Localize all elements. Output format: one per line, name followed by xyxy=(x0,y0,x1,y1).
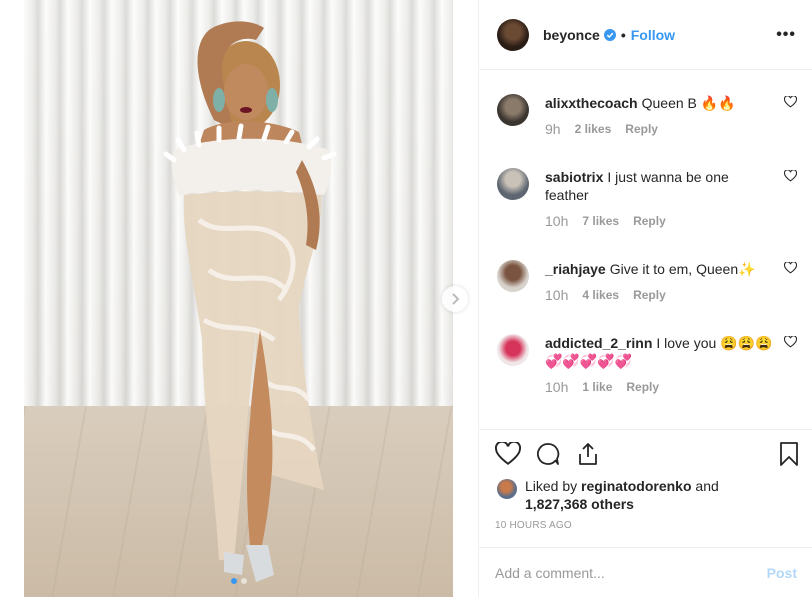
commenter-username[interactable]: alixxthecoach xyxy=(545,95,638,111)
reply-button[interactable]: Reply xyxy=(626,380,659,394)
carousel-dot xyxy=(241,578,247,584)
post-photo[interactable] xyxy=(24,0,453,597)
comment-content: Queen B 🔥🔥 xyxy=(641,95,736,111)
comment-item: addicted_2_rinn I love you 😩😩😩💞💞💞💞💞 10h 1… xyxy=(497,334,807,395)
author-avatar[interactable] xyxy=(497,18,529,51)
likes-count[interactable]: 1,827,368 others xyxy=(525,496,634,512)
comment-time: 9h xyxy=(545,121,561,137)
post-timestamp: 10 HOURS AGO xyxy=(495,520,572,531)
like-comment-heart-icon[interactable] xyxy=(784,336,797,348)
comment-bubble-icon[interactable] xyxy=(535,442,561,466)
commenter-username[interactable]: _riahjaye xyxy=(545,261,606,277)
post-header: beyonce • Follow ••• xyxy=(479,0,812,70)
post-actions: Liked by reginatodorenko and 1,827,368 o… xyxy=(479,429,812,547)
comment-likes[interactable]: 4 likes xyxy=(582,288,619,302)
comment-text: _riahjaye Give it to em, Queen✨ xyxy=(545,260,775,278)
chevron-right-icon xyxy=(452,293,460,305)
commenter-avatar[interactable] xyxy=(497,168,529,200)
reply-button[interactable]: Reply xyxy=(633,214,666,228)
comment-meta: 10h 1 like Reply xyxy=(545,379,807,395)
more-options-icon[interactable]: ••• xyxy=(776,26,796,44)
likes-summary: Liked by reginatodorenko and 1,827,368 o… xyxy=(497,477,719,513)
verified-badge-icon xyxy=(603,28,616,41)
carousel-indicator xyxy=(0,578,478,584)
comment-meta: 10h 4 likes Reply xyxy=(545,287,807,303)
comment-text: alixxthecoach Queen B 🔥🔥 xyxy=(545,94,775,112)
comment-item: alixxthecoach Queen B 🔥🔥 9h 2 likes Reply xyxy=(497,94,807,137)
like-comment-heart-icon[interactable] xyxy=(784,262,797,274)
commenter-username[interactable]: sabiotrix xyxy=(545,169,603,185)
likes-text: Liked by reginatodorenko and 1,827,368 o… xyxy=(525,477,719,513)
comment-time: 10h xyxy=(545,379,569,395)
follow-button[interactable]: Follow xyxy=(631,27,675,43)
author-username[interactable]: beyonce xyxy=(543,27,600,43)
like-heart-icon[interactable] xyxy=(495,442,521,466)
liker-avatar[interactable] xyxy=(497,479,517,499)
post-media-panel xyxy=(0,0,478,597)
comment-likes[interactable]: 1 like xyxy=(582,380,612,394)
commenter-avatar[interactable] xyxy=(497,334,529,366)
comment-meta: 9h 2 likes Reply xyxy=(545,121,807,137)
liked-by-conj: and xyxy=(695,478,719,494)
reply-button[interactable]: Reply xyxy=(633,288,666,302)
like-comment-heart-icon[interactable] xyxy=(784,96,797,108)
share-icon[interactable] xyxy=(575,442,601,466)
action-icons-row xyxy=(495,442,601,466)
reply-button[interactable]: Reply xyxy=(625,122,658,136)
comments-list[interactable]: alixxthecoach Queen B 🔥🔥 9h 2 likes Reply… xyxy=(479,71,812,429)
bookmark-icon[interactable] xyxy=(779,442,799,466)
comment-likes[interactable]: 2 likes xyxy=(575,122,612,136)
comment-item: sabiotrix I just wanna be one feather 10h… xyxy=(497,168,807,229)
comment-likes[interactable]: 7 likes xyxy=(582,214,619,228)
comment-time: 10h xyxy=(545,287,569,303)
liked-by-prefix: Liked by xyxy=(525,478,578,494)
commenter-avatar[interactable] xyxy=(497,260,529,292)
comment-time: 10h xyxy=(545,213,569,229)
add-comment-bar: Post xyxy=(479,547,812,597)
post-side-panel: beyonce • Follow ••• alixxthecoach Queen … xyxy=(478,0,812,597)
like-comment-heart-icon[interactable] xyxy=(784,170,797,182)
comment-content: Give it to em, Queen✨ xyxy=(609,261,756,277)
woman-in-gown-figure xyxy=(163,21,337,582)
commenter-avatar[interactable] xyxy=(497,94,529,126)
carousel-dot-active xyxy=(231,578,237,584)
comment-item: _riahjaye Give it to em, Queen✨ 10h 4 lik… xyxy=(497,260,807,303)
comment-input[interactable] xyxy=(495,564,767,581)
post-comment-button[interactable]: Post xyxy=(767,565,797,581)
comment-meta: 10h 7 likes Reply xyxy=(545,213,807,229)
comment-text: sabiotrix I just wanna be one feather xyxy=(545,168,775,204)
next-photo-button[interactable] xyxy=(442,286,468,312)
commenter-username[interactable]: addicted_2_rinn xyxy=(545,335,652,351)
comment-text: addicted_2_rinn I love you 😩😩😩💞💞💞💞💞 xyxy=(545,334,775,370)
liker-username[interactable]: reginatodorenko xyxy=(581,478,691,494)
header-separator: • xyxy=(620,26,626,43)
